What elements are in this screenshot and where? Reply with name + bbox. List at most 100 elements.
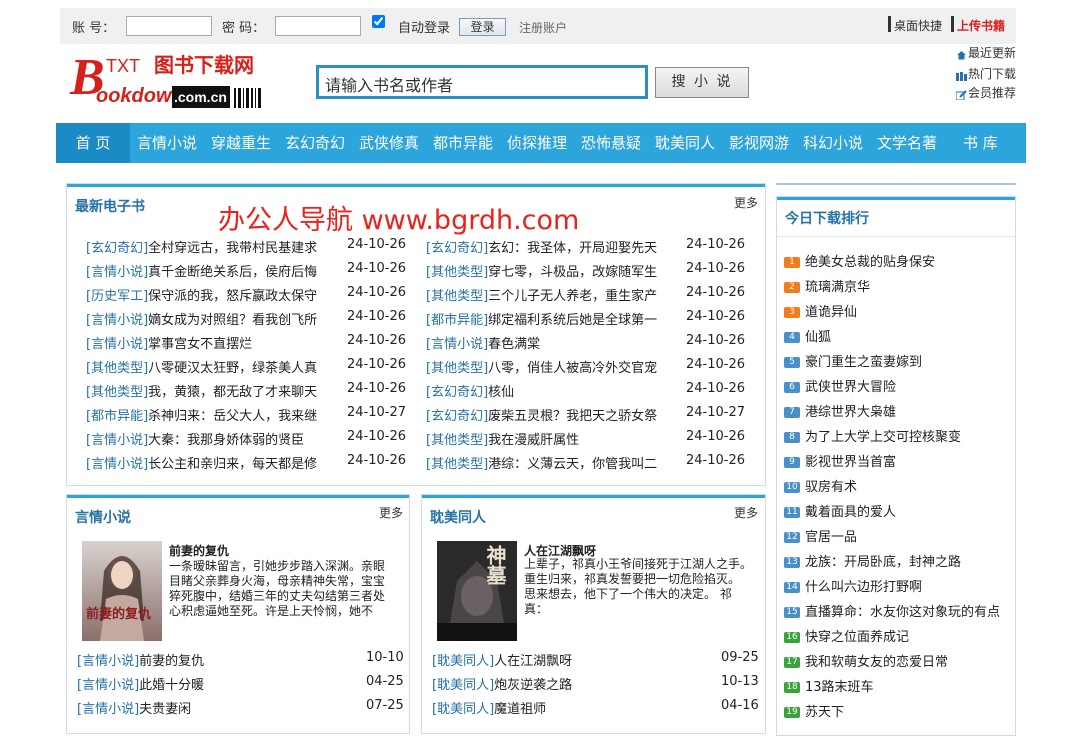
category-link[interactable]: [耽美同人] — [432, 678, 494, 693]
list-item[interactable]: [言情小说]掌事宫女不直摆烂 — [86, 333, 338, 352]
category-link[interactable]: [玄幻奇幻] — [426, 385, 488, 400]
book-title-link[interactable]: 绑定福利系统后她是全球第一 — [488, 313, 657, 328]
category-link[interactable]: [玄幻奇幻] — [426, 241, 488, 256]
rank-title-link[interactable]: 我和软萌女友的恋爱日常 — [805, 655, 948, 670]
nav-library[interactable]: 书 库 — [963, 123, 998, 163]
rank-title-link[interactable]: 快穿之位面养成记 — [805, 630, 909, 645]
category-link[interactable]: [言情小说] — [86, 313, 148, 328]
romance-more-link[interactable]: 更多 — [379, 504, 403, 521]
book-title-link[interactable]: 大秦：我那身娇体弱的贤臣 — [148, 433, 304, 448]
rank-item[interactable]: 6 武侠世界大冒险 — [784, 376, 896, 395]
category-link[interactable]: [其他类型] — [426, 289, 488, 304]
list-item[interactable]: [其他类型]三个儿子无人养老，重生家产 — [426, 285, 678, 304]
category-link[interactable]: [言情小说] — [426, 337, 488, 352]
book-title-link[interactable]: 前妻的复仇 — [139, 654, 204, 669]
category-link[interactable]: [玄幻奇幻] — [426, 409, 488, 424]
nav-horror[interactable]: 恐怖悬疑 — [581, 123, 641, 163]
romance-cover-image[interactable]: 前妻的复仇 — [82, 541, 162, 641]
register-link[interactable]: 注册账户 — [519, 19, 567, 36]
rank-item[interactable]: 13 龙族：开局卧底，封神之路 — [784, 551, 961, 570]
account-input[interactable] — [126, 16, 212, 36]
category-link[interactable]: [其他类型] — [426, 433, 488, 448]
bookmark-link[interactable]: 桌面快捷 — [894, 17, 942, 34]
list-item[interactable]: [玄幻奇幻]废柴五灵根？我把天之骄女祭 — [426, 405, 678, 424]
latest-more-link[interactable]: 更多 — [734, 194, 758, 211]
nav-wuxia[interactable]: 武侠修真 — [359, 123, 419, 163]
category-link[interactable]: [其他类型] — [86, 385, 148, 400]
rank-title-link[interactable]: 官居一品 — [805, 530, 857, 545]
rank-title-link[interactable]: 龙族：开局卧底，封神之路 — [805, 555, 961, 570]
rank-item[interactable]: 9 影视世界当首富 — [784, 451, 896, 470]
search-input[interactable]: 请输入书名或作者 — [316, 65, 648, 99]
book-title-link[interactable]: 八零，俏佳人被高冷外交官宠 — [488, 361, 657, 376]
list-item[interactable]: [耽美同人]魔道祖师 — [432, 698, 546, 717]
list-item[interactable]: [其他类型]八零硬汉太狂野，绿茶美人真 — [86, 357, 338, 376]
list-item[interactable]: [言情小说]此婚十分暖 — [77, 674, 204, 693]
rank-item[interactable]: 5 豪门重生之蛮妻嫁到 — [784, 351, 922, 370]
rank-item[interactable]: 4 仙狐 — [784, 326, 831, 345]
category-link[interactable]: [其他类型] — [86, 361, 148, 376]
rank-title-link[interactable]: 影视世界当首富 — [805, 455, 896, 470]
rank-item[interactable]: 18 13路末班车 — [784, 676, 874, 695]
category-link[interactable]: [耽美同人] — [432, 702, 494, 717]
rank-title-link[interactable]: 直播算命：水友你这对象玩的有点 — [805, 605, 1000, 620]
book-title-link[interactable]: 掌事宫女不直摆烂 — [148, 337, 252, 352]
list-item[interactable]: [玄幻奇幻]全村穿远古，我带村民基建求 — [86, 237, 338, 256]
category-link[interactable]: [历史军工] — [86, 289, 148, 304]
category-link[interactable]: [耽美同人] — [432, 654, 494, 669]
category-link[interactable]: [玄幻奇幻] — [86, 241, 148, 256]
nav-detective[interactable]: 侦探推理 — [507, 123, 567, 163]
book-title-link[interactable]: 我在漫威肝属性 — [488, 433, 579, 448]
list-item[interactable]: [言情小说]长公主和亲归来，每天都是修 — [86, 453, 338, 472]
nav-fantasy[interactable]: 玄幻奇幻 — [285, 123, 345, 163]
list-item[interactable]: [都市异能]杀神归来：岳父大人，我来继 — [86, 405, 338, 424]
list-item[interactable]: [言情小说]嫡女成为对照组？看我创飞所 — [86, 309, 338, 328]
category-link[interactable]: [其他类型] — [426, 265, 488, 280]
rank-item[interactable]: 3 道诡异仙 — [784, 301, 857, 320]
category-link[interactable]: [言情小说] — [77, 678, 139, 693]
rank-title-link[interactable]: 仙狐 — [805, 330, 831, 345]
category-link[interactable]: [言情小说] — [86, 337, 148, 352]
danmei-more-link[interactable]: 更多 — [734, 504, 758, 521]
category-link[interactable]: [都市异能] — [86, 409, 148, 424]
category-link[interactable]: [言情小说] — [86, 433, 148, 448]
rank-item[interactable]: 16 快穿之位面养成记 — [784, 626, 909, 645]
book-title-link[interactable]: 魔道祖师 — [494, 702, 546, 717]
rank-title-link[interactable]: 港综世界大枭雄 — [805, 405, 896, 420]
book-title-link[interactable]: 嫡女成为对照组？看我创飞所 — [148, 313, 317, 328]
category-link[interactable]: [言情小说] — [77, 654, 139, 669]
list-item[interactable]: [其他类型]我，黄猿，都无敌了才来聊天 — [86, 381, 338, 400]
nav-romance[interactable]: 言情小说 — [137, 123, 197, 163]
rank-title-link[interactable]: 什么叫六边形打野啊 — [805, 580, 922, 595]
book-title-link[interactable]: 炮灰逆袭之路 — [494, 678, 572, 693]
nav-home[interactable]: 首 页 — [56, 123, 130, 163]
rank-title-link[interactable]: 戴着面具的爱人 — [805, 505, 896, 520]
upload-link[interactable]: 上传书籍 — [957, 17, 1005, 34]
rank-item[interactable]: 8 为了上大学上交可控核聚变 — [784, 426, 961, 445]
book-title-link[interactable]: 此婚十分暖 — [139, 678, 204, 693]
rank-item[interactable]: 15 直播算命：水友你这对象玩的有点 — [784, 601, 1000, 620]
nav-scifi[interactable]: 科幻小说 — [803, 123, 863, 163]
rank-item[interactable]: 2 琉璃满京华 — [784, 276, 870, 295]
category-link[interactable]: [都市异能] — [426, 313, 488, 328]
list-item[interactable]: [言情小说]大秦：我那身娇体弱的贤臣 — [86, 429, 338, 448]
rank-title-link[interactable]: 为了上大学上交可控核聚变 — [805, 430, 961, 445]
list-item[interactable]: [言情小说]春色满棠 — [426, 333, 678, 352]
list-item[interactable]: [言情小说]真千金断绝关系后，侯府后悔 — [86, 261, 338, 280]
category-link[interactable]: [言情小说] — [86, 265, 148, 280]
rank-item[interactable]: 11 戴着面具的爱人 — [784, 501, 896, 520]
rank-item[interactable]: 14 什么叫六边形打野啊 — [784, 576, 922, 595]
auto-login-checkbox[interactable] — [372, 15, 385, 28]
book-title-link[interactable]: 保守派的我，怒斥嬴政太保守 — [148, 289, 317, 304]
list-item[interactable]: [耽美同人]人在江湖飘呀 — [432, 650, 572, 669]
book-title-link[interactable]: 三个儿子无人养老，重生家产 — [488, 289, 657, 304]
nav-danmei[interactable]: 耽美同人 — [655, 123, 715, 163]
rank-title-link[interactable]: 13路末班车 — [805, 680, 874, 695]
quick-link-hot[interactable]: 热门下载 — [956, 65, 1016, 82]
rank-item[interactable]: 7 港综世界大枭雄 — [784, 401, 896, 420]
rank-title-link[interactable]: 苏天下 — [805, 705, 844, 720]
list-item[interactable]: [历史军工]保守派的我，怒斥嬴政太保守 — [86, 285, 338, 304]
nav-urban[interactable]: 都市异能 — [433, 123, 493, 163]
list-item[interactable]: [都市异能]绑定福利系统后她是全球第一 — [426, 309, 678, 328]
list-item[interactable]: [其他类型]穿七零，斗极品，改嫁随军生 — [426, 261, 678, 280]
